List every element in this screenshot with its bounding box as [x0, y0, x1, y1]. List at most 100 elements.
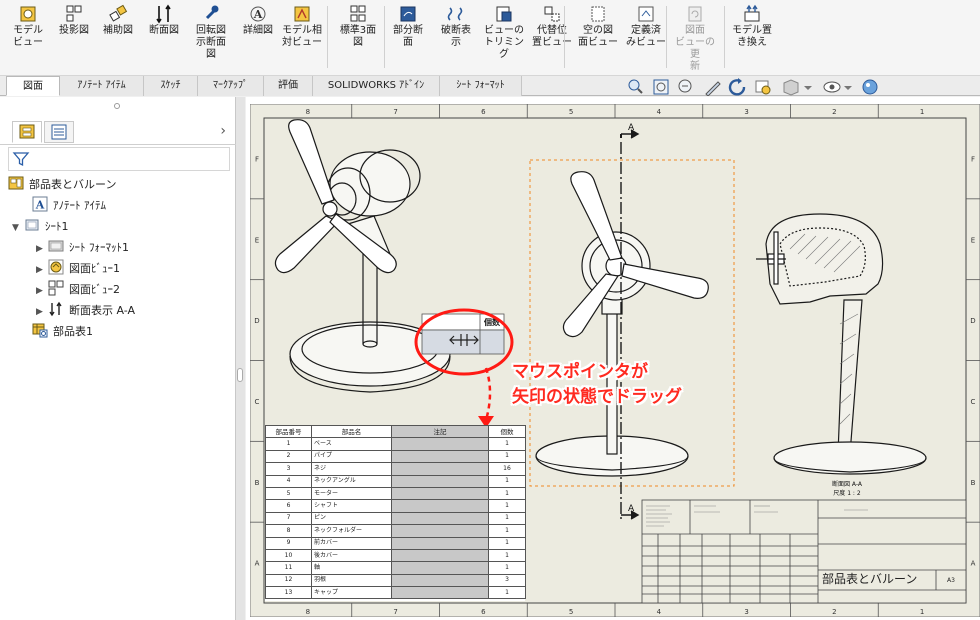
zone-row-label: B [255, 479, 260, 487]
tree-filter[interactable] [8, 147, 230, 171]
expand-right-icon[interactable]: ▶ [36, 239, 48, 259]
table-row[interactable]: 9 前カバー 1 [265, 536, 526, 550]
table-row[interactable]: 12 羽根 3 [265, 573, 526, 588]
bom-item-number: 6 [265, 499, 312, 513]
expand-right-icon[interactable]: ▶ [36, 260, 48, 280]
tab-0[interactable]: 図面 [6, 76, 60, 96]
select-icon[interactable] [705, 81, 721, 96]
panel-splitter[interactable] [236, 97, 245, 620]
tree-item-root[interactable]: 部品表とバルーン [8, 175, 116, 195]
bom-header-cell[interactable]: 注記 [391, 424, 489, 439]
zone-col-label: 4 [657, 108, 662, 116]
feature-tree-icon [19, 124, 35, 139]
update-view-button[interactable]: 図面 ビューの更 新 [673, 4, 717, 73]
table-row[interactable]: 5 モーター 1 [265, 486, 526, 501]
ribbon-button-label: 図面 ビューの更 新 [675, 25, 715, 72]
annotations-icon: A [32, 196, 48, 212]
table-row[interactable]: 4 ネックアングル 1 [265, 474, 526, 488]
model-view-icon [20, 6, 36, 22]
sheet-icon [25, 219, 39, 231]
display-style-icon[interactable] [783, 79, 812, 96]
zone-col-label: 7 [393, 108, 397, 116]
heads-up-view-toolbar [628, 78, 878, 96]
alternate-position-icon [544, 6, 560, 22]
table-row[interactable]: 13 キャップ 1 [265, 586, 526, 600]
zone-row-label: B [971, 479, 976, 487]
predefined-view-button[interactable]: 定義済 みビュー [624, 4, 668, 49]
tree-item-section[interactable]: ▶ 断面表示 A-A [36, 301, 135, 321]
tree-item-view1[interactable]: ▶ 図面ﾋﾞｭｰ1 [36, 259, 120, 279]
bom-header-cell[interactable]: 部品名 [311, 424, 392, 439]
tab-1[interactable]: ｱﾉﾃｰﾄ ｱｲﾃﾑ [60, 76, 144, 96]
tree-item-annotations[interactable]: A ｱﾉﾃｰﾄ ｱｲﾃﾑ [32, 196, 106, 216]
break-view-icon [447, 7, 463, 21]
replace-model-button[interactable]: モデル置 き換え [730, 4, 774, 49]
tab-5[interactable]: SOLIDWORKS ｱﾄﾞｲﾝ [313, 76, 440, 96]
standard-3-view-icon [350, 5, 366, 22]
table-row[interactable]: 7 ピン 1 [265, 511, 526, 526]
table-row[interactable]: 3 ネジ 16 [265, 462, 526, 476]
tree-item-view2[interactable]: ▶ 図面ﾋﾞｭｰ2 [36, 280, 120, 300]
table-row[interactable]: 1 ベース 1 [265, 437, 526, 451]
tree-item-sheet-format[interactable]: ▶ ｼｰﾄ ﾌｫｰﾏｯﾄ1 [36, 238, 129, 258]
bom-table[interactable]: 部品番号 部品名 注記 個数 1 ベース 1 2 パイプ 1 3 ネジ 16 4 ネックアングル 1 5 モーター… [265, 424, 526, 601]
model-view-button[interactable]: モデル ビュー [6, 4, 50, 49]
hide-show-icon[interactable] [823, 81, 852, 93]
tab-6[interactable]: ｼｰﾄ ﾌｫｰﾏｯﾄ [440, 76, 522, 96]
bom-header-cell[interactable]: 部品番号 [265, 424, 312, 439]
zoom-in-out-icon[interactable] [678, 79, 692, 93]
tab-2[interactable]: ｽｹｯﾁ [144, 76, 198, 96]
crop-view-button[interactable]: ビューの トリミング [482, 4, 526, 61]
section-letter-top: A [628, 123, 635, 133]
feature-manager-tab[interactable] [12, 121, 42, 143]
zoom-area-icon[interactable] [653, 79, 669, 95]
expand-right-icon[interactable]: ▶ [36, 302, 48, 322]
tree-item-label: 部品表1 [53, 325, 93, 338]
tab-3[interactable]: ﾏｰｸｱｯﾌﾟ [198, 76, 264, 96]
appearance-icon[interactable] [862, 79, 878, 95]
detail-view-button[interactable]: A 詳細図 [236, 4, 280, 37]
table-row[interactable]: 6 シャフト 1 [265, 499, 526, 513]
break-view-button[interactable]: 破断表 示 [434, 4, 478, 49]
alternate-position-button[interactable]: 代替位 置ビュー [530, 4, 574, 49]
table-row[interactable]: 2 パイプ 1 [265, 449, 526, 464]
expand-right-icon[interactable]: ▶ [36, 281, 48, 301]
section-view-button[interactable]: 断面図 [142, 4, 186, 37]
zone-col-label: 1 [920, 108, 924, 116]
chevron-right-icon[interactable]: › [220, 123, 226, 139]
relative-view-button[interactable]: モデル相 対ビュー [280, 4, 324, 49]
feature-manager-panel: › 部品表とバルーン A ｱﾉﾃｰﾄ ｱｲﾃﾑ ▼ ｼｰﾄ1 ▶ ｼｰﾄ ﾌｫｰﾏｯﾄ… [0, 97, 236, 620]
rotate-icon[interactable] [728, 78, 746, 96]
previous-view-icon[interactable] [755, 80, 771, 95]
title-block[interactable] [641, 499, 967, 604]
property-manager-tab[interactable] [44, 121, 74, 143]
bom-header-cell[interactable]: 個数 [488, 424, 526, 439]
empty-view-button[interactable]: 空の図 面ビュー [576, 4, 620, 49]
table-row[interactable]: 10 後カバー 1 [265, 548, 526, 563]
bom-note [391, 499, 489, 513]
broken-out-section-button[interactable]: 部分断 面 [386, 4, 430, 49]
ribbon-separator [666, 6, 667, 68]
zone-row-label: A [255, 560, 260, 568]
bom-part-name: ネジ [311, 462, 392, 476]
zoom-fit-icon[interactable] [628, 79, 643, 94]
ribbon-button-label: モデル置 き換え [732, 25, 772, 48]
tab-4[interactable]: 評価 [264, 76, 313, 96]
bom-table-icon [32, 323, 48, 338]
tree-item-label: ｼｰﾄ ﾌｫｰﾏｯﾄ1 [69, 241, 129, 254]
tree-item-sheet[interactable]: ▼ ｼｰﾄ1 [12, 217, 69, 237]
bom-quantity: 1 [488, 548, 526, 563]
bom-item-number: 9 [265, 536, 312, 550]
standard-3-view-button[interactable]: 標準3面 図 [336, 4, 380, 49]
auxiliary-view-button[interactable]: 補助図 [96, 4, 140, 37]
revolved-section-button[interactable]: 回転図 示断面 図 [189, 4, 233, 61]
projected-view-button[interactable]: 投影図 [52, 4, 96, 37]
tree-item-bom[interactable]: 部品表1 [32, 322, 93, 342]
bom-part-name: 前カバー [311, 536, 392, 550]
panel-grip[interactable] [114, 103, 120, 109]
splitter-grip[interactable] [237, 368, 243, 382]
table-row[interactable]: 11 軸 1 [265, 561, 526, 575]
tree-item-label: ｼｰﾄ1 [45, 220, 69, 233]
expand-down-icon[interactable]: ▼ [12, 218, 24, 238]
table-row[interactable]: 8 ネックフォルダー 1 [265, 524, 526, 538]
